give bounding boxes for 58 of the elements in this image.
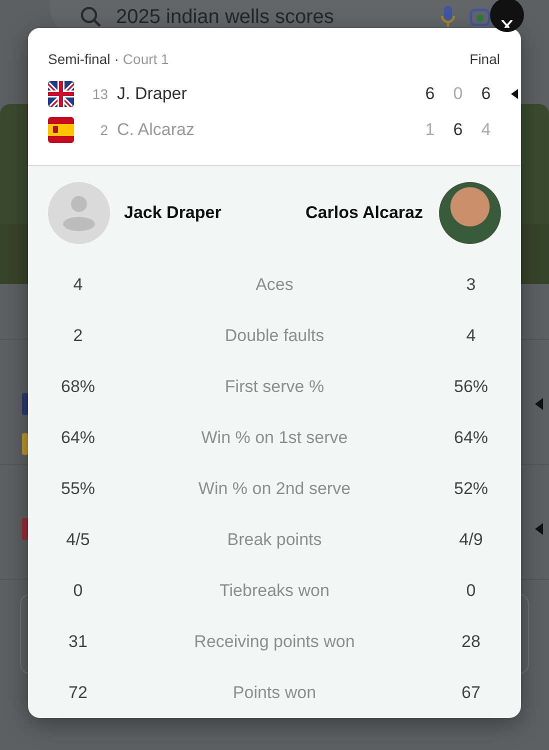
set-score: 6 [480, 84, 492, 104]
set-score: 6 [452, 120, 464, 140]
flag-icon [22, 393, 28, 415]
stat-label: Break points [226, 530, 323, 550]
stat-label: Aces [254, 275, 294, 296]
stat-value: 56% [452, 376, 490, 397]
camera-icon[interactable] [469, 6, 491, 28]
player-name: C. Alcaraz [117, 120, 196, 140]
spanish-flag-icon [48, 117, 74, 143]
winner-arrow-icon [535, 523, 543, 535]
seed-number: 2 [99, 122, 108, 138]
stat-value: 72 [68, 682, 88, 703]
set-score: 6 [424, 84, 436, 104]
stat-value: 68% [60, 376, 96, 397]
stat-value: 64% [60, 428, 96, 448]
separator-dot: · [114, 51, 119, 67]
player-full-name: Carlos Alcaraz [306, 202, 423, 223]
stat-value: 0 [72, 580, 84, 601]
stat-label: Receiving points won [193, 632, 356, 652]
stat-value: 3 [465, 275, 477, 296]
british-flag-icon [48, 81, 74, 107]
stat-value: 55% [60, 478, 96, 499]
set-score: 1 [424, 120, 436, 140]
close-button[interactable] [490, 0, 524, 32]
close-icon [501, 20, 513, 28]
stat-value: 67 [460, 682, 482, 703]
stat-value: 28 [460, 632, 482, 652]
stat-value: 4 [465, 326, 477, 346]
stat-value: 52% [452, 478, 490, 499]
search-icon [80, 6, 102, 28]
player-name: J. Draper [117, 84, 188, 104]
flag-icon [22, 518, 28, 540]
set-score: 4 [480, 120, 492, 140]
court-label: Court 1 [122, 51, 169, 67]
stat-value: 0 [465, 580, 477, 601]
stat-value: 4/5 [65, 530, 91, 550]
stat-label: Win % on 2nd serve [197, 478, 352, 499]
stat-value: 4 [72, 275, 84, 296]
stat-label: Tiebreaks won [218, 580, 330, 601]
stat-value: 4/9 [458, 530, 484, 550]
person-icon [62, 194, 96, 231]
winner-arrow-icon [511, 89, 518, 99]
stat-value: 2 [72, 326, 84, 346]
stat-value: 31 [68, 632, 88, 652]
player-full-name: Jack Draper [124, 202, 222, 223]
microphone-icon[interactable] [441, 6, 455, 28]
flag-icon [22, 433, 28, 455]
seed-number: 13 [91, 86, 108, 102]
stat-label: First serve % [224, 376, 326, 397]
stat-label: Win % on 1st serve [200, 428, 349, 448]
match-status: Final [470, 51, 500, 67]
stat-value: 64% [452, 428, 490, 448]
stat-label: Double faults [224, 326, 326, 346]
winner-arrow-icon [535, 398, 543, 410]
search-query: 2025 indian wells scores [116, 6, 335, 28]
round-label: Semi-final [48, 51, 110, 67]
stat-label: Points won [232, 682, 318, 703]
set-score: 0 [452, 84, 464, 104]
